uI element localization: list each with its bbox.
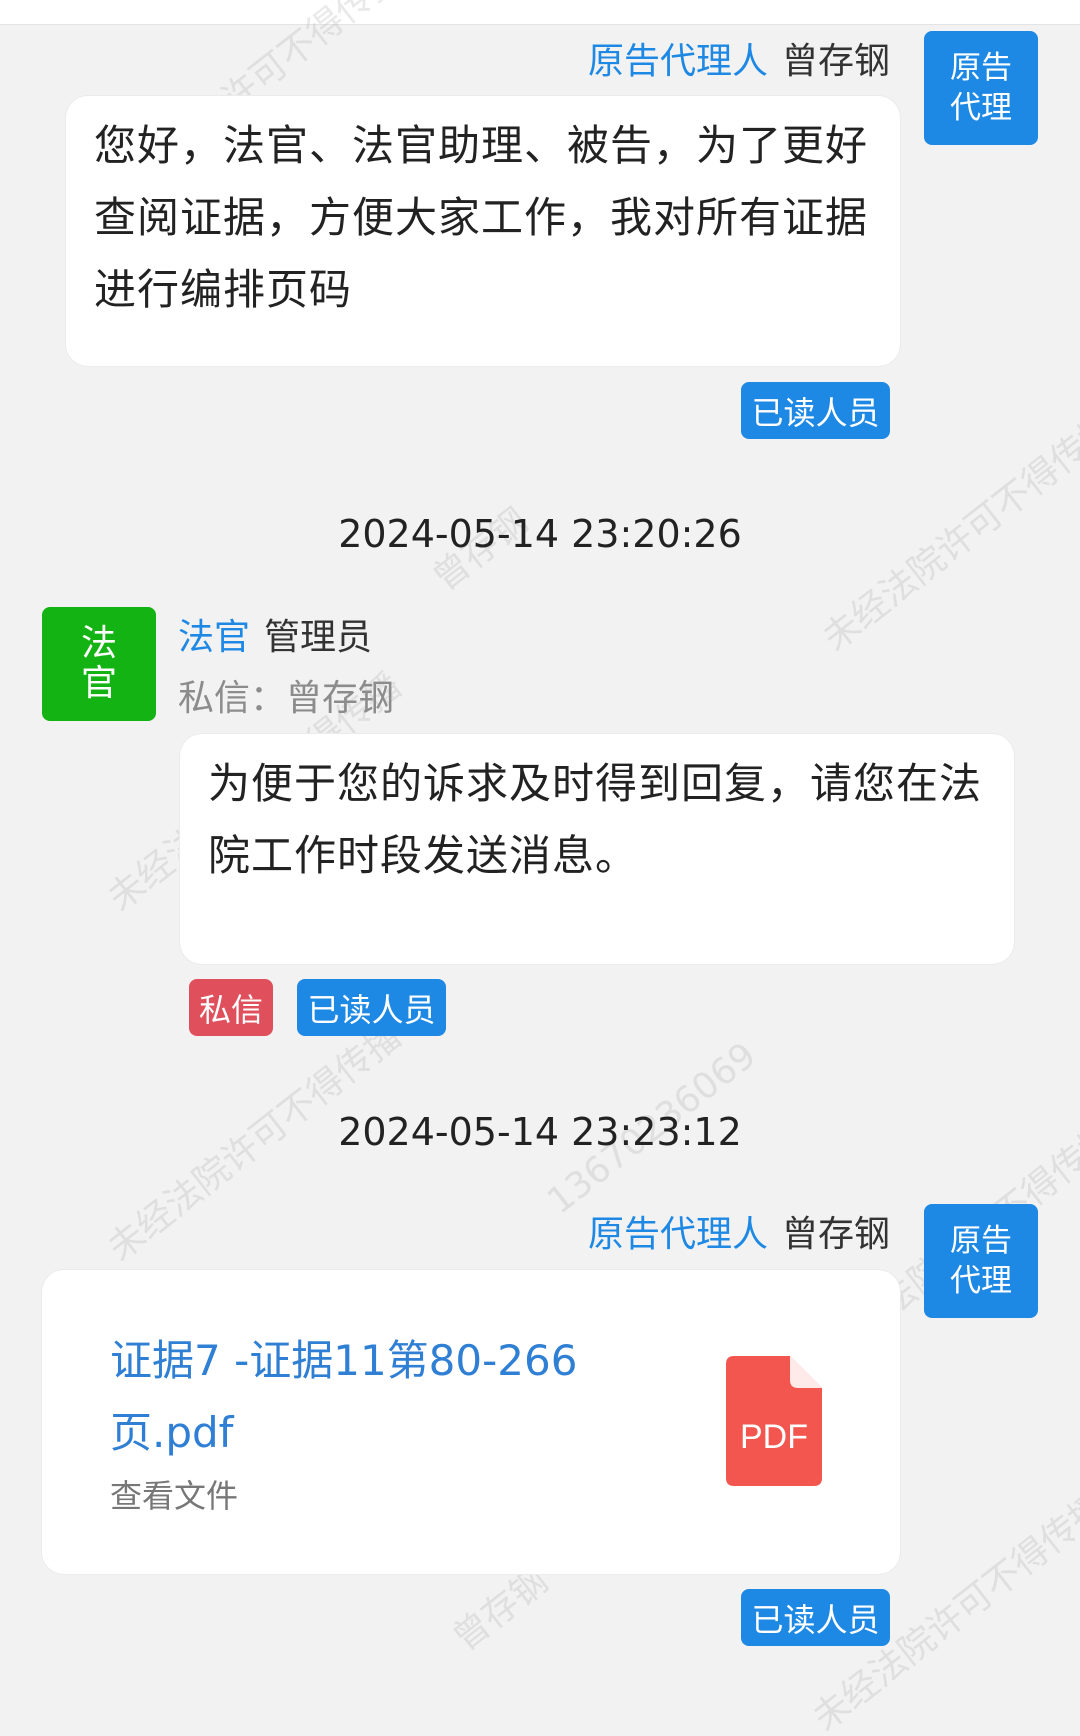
sender-line: 法官 管理员 (178, 614, 372, 662)
avatar-label: 原告代理 (950, 1223, 1012, 1299)
pdf-label: PDF (740, 1418, 808, 1456)
sender-name: 管理员 (264, 617, 373, 658)
read-members-button[interactable]: 已读人员 (741, 1589, 890, 1646)
sender-role: 法官 (178, 617, 251, 658)
private-recipient: 私信：曾存钢 (178, 678, 395, 719)
message-text: 您好，法官、法官助理、被告，为了更好查阅证据，方便大家工作，我对所有证据进行编排… (94, 121, 869, 314)
view-file-link[interactable]: 查看文件 (110, 1471, 238, 1517)
pdf-file-icon[interactable]: PDF (726, 1356, 822, 1486)
message-bubble: 您好，法官、法官助理、被告，为了更好查阅证据，方便大家工作，我对所有证据进行编排… (66, 96, 900, 366)
private-badge: 私信 (189, 979, 273, 1036)
read-members-button[interactable]: 已读人员 (297, 979, 446, 1036)
avatar[interactable]: 法官 (42, 607, 156, 721)
sender-name: 曾存钢 (781, 1214, 890, 1255)
read-members-button[interactable]: 已读人员 (741, 382, 890, 439)
timestamp: 2024-05-14 23:23:12 (338, 1110, 742, 1154)
sender-role: 原告代理人 (587, 41, 768, 82)
message-bubble: 为便于您的诉求及时得到回复，请您在法院工作时段发送消息。 (180, 734, 1014, 964)
file-name-link[interactable]: 证据7 -证据11第80-266页.pdf (110, 1325, 690, 1469)
avatar-label: 法官 (80, 623, 117, 704)
avatar[interactable]: 原告代理 (924, 1204, 1038, 1318)
sender-line: 原告代理人 曾存钢 (588, 1211, 890, 1259)
avatar[interactable]: 原告代理 (924, 31, 1038, 145)
avatar-label: 原告代理 (950, 50, 1012, 126)
timestamp: 2024-05-14 23:20:26 (338, 512, 742, 556)
sender-line: 原告代理人 曾存钢 (588, 38, 890, 86)
message-text: 为便于您的诉求及时得到回复，请您在法院工作时段发送消息。 (208, 759, 983, 880)
sender-role: 原告代理人 (587, 1214, 768, 1255)
top-bar (0, 0, 1080, 25)
sender-name: 曾存钢 (781, 41, 890, 82)
